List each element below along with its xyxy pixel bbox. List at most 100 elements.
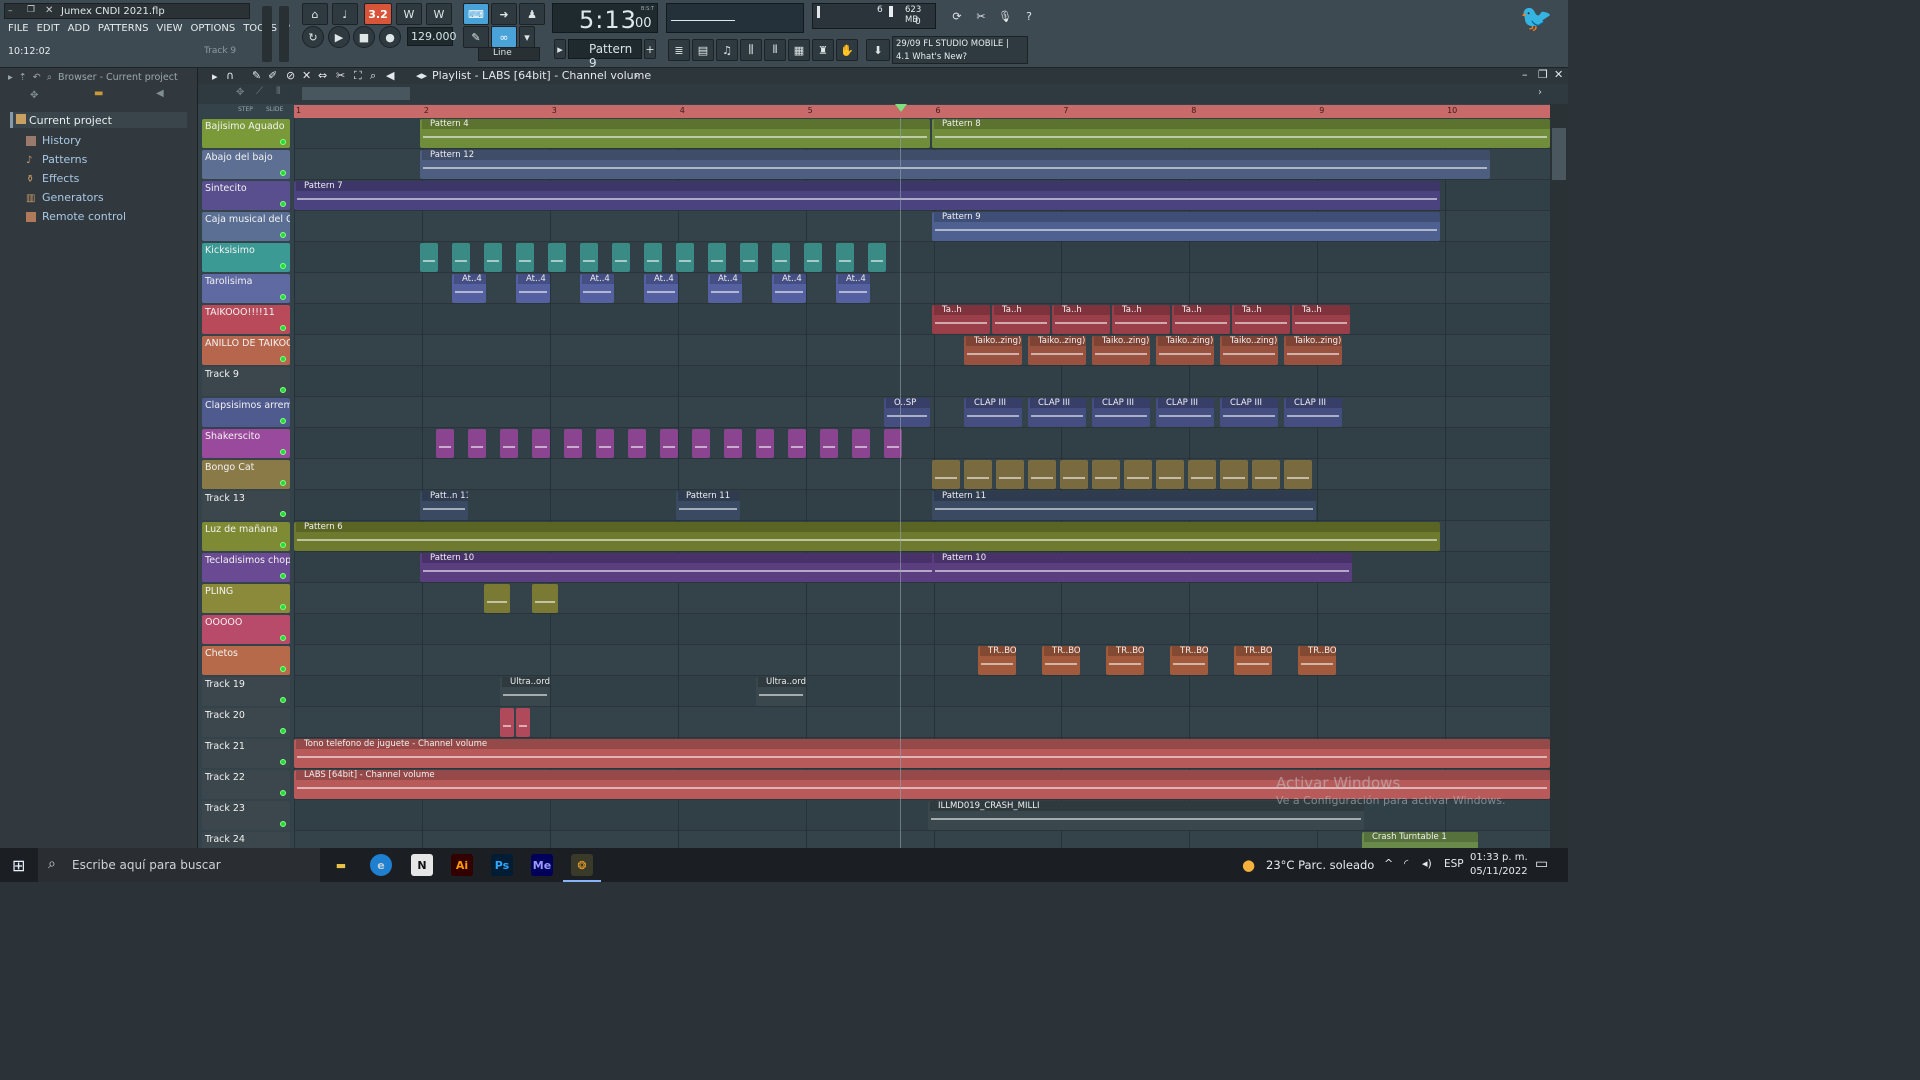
playlist-clip[interactable]: At..4: [644, 274, 678, 303]
media-encoder-icon[interactable]: Me: [531, 854, 553, 876]
track-header[interactable]: Track 21: [202, 739, 290, 768]
track-enable-led[interactable]: [280, 449, 286, 455]
track-enable-led[interactable]: [280, 356, 286, 362]
windows-start-icon[interactable]: ⊞: [12, 856, 25, 875]
playhead-marker-icon[interactable]: [895, 104, 907, 112]
playlist-clip[interactable]: [868, 243, 886, 272]
playlist-clip[interactable]: [740, 243, 758, 272]
loop-record-button[interactable]: W: [426, 3, 452, 25]
clock-date[interactable]: 05/11/2022: [1470, 866, 1528, 877]
track-header[interactable]: PLING: [202, 584, 290, 613]
play-button[interactable]: ▶: [328, 26, 350, 48]
menu-view[interactable]: VIEW: [157, 23, 183, 34]
pattern-prev-icon[interactable]: ▸: [554, 39, 566, 59]
draw-tool-icon[interactable]: ✎: [252, 69, 261, 82]
playlist-clip[interactable]: TR..BO: [1298, 646, 1336, 675]
track-lane[interactable]: CLAP III CLAP III CLAP III CLAP III CLAP III…: [294, 397, 1550, 428]
browser-item-generators[interactable]: ▥ Generators: [0, 188, 197, 207]
track-header[interactable]: ANILLO DE TAIKOO!!1: [202, 336, 290, 365]
zoom-tool-icon[interactable]: ⌕: [370, 69, 376, 83]
playlist-clip[interactable]: [468, 429, 486, 458]
track-lane[interactable]: At..4 At..4 At..4 At..4 At..4 At..4 At..4: [294, 273, 1550, 304]
track-header[interactable]: Bajisimo Aguado: [202, 119, 290, 148]
tempo-display[interactable]: 129.000: [407, 27, 457, 46]
pencil-icon[interactable]: ✎: [463, 26, 489, 48]
playlist-clip[interactable]: At..4: [772, 274, 806, 303]
playlist-clip[interactable]: TR..BO: [1234, 646, 1272, 675]
slice-tool-icon[interactable]: ✂: [336, 69, 345, 82]
playlist-clip[interactable]: Ta..h: [992, 305, 1050, 334]
track-enable-led[interactable]: [280, 821, 286, 827]
track-header[interactable]: Tarolisima: [202, 274, 290, 303]
playlist-clip[interactable]: Ta..h: [1232, 305, 1290, 334]
track-header[interactable]: Track 20: [202, 708, 290, 737]
rec-indicator[interactable]: 3.2: [364, 3, 392, 25]
playlist-clip[interactable]: [788, 429, 806, 458]
fl-studio-taskbar-icon[interactable]: ❂: [571, 854, 593, 876]
timeline-ruler[interactable]: 1 2 3 4 5 6 7 8 9 10: [294, 105, 1550, 118]
download-icon[interactable]: ⬇: [866, 39, 890, 61]
playlist-clip[interactable]: CLAP III: [1028, 398, 1086, 427]
track-lane[interactable]: Pattern 7: [294, 180, 1550, 211]
playlist-clip[interactable]: CLAP III: [1284, 398, 1342, 427]
playlist-clip[interactable]: Pattern 4: [420, 119, 930, 148]
volume-icon[interactable]: ◂): [1422, 857, 1432, 870]
blend-notes-button[interactable]: ♟: [519, 3, 545, 25]
track-lane[interactable]: [294, 428, 1550, 459]
select-tool-icon[interactable]: ⛶: [354, 69, 362, 83]
add-pattern-icon[interactable]: +: [644, 39, 656, 59]
track-lane[interactable]: Pattern 10 Pattern 10: [294, 552, 1550, 583]
track-header[interactable]: Kicksisimo: [202, 243, 290, 272]
playlist-clip[interactable]: [1028, 460, 1056, 489]
playlist-clip[interactable]: [1156, 460, 1184, 489]
playlist-clip[interactable]: Pattern 11: [932, 491, 1316, 520]
minimize-icon[interactable]: –: [8, 6, 13, 16]
playlist-clip[interactable]: [628, 429, 646, 458]
playlist-clip[interactable]: [676, 243, 694, 272]
playlist-clip[interactable]: [692, 429, 710, 458]
browser-folder-icon[interactable]: ▬: [94, 88, 103, 99]
title-chevron-icon[interactable]: ›: [634, 69, 638, 82]
playlist-clip[interactable]: TR..BO: [1106, 646, 1144, 675]
playlist-clip[interactable]: At..4: [708, 274, 742, 303]
notifications-icon[interactable]: ▭: [1535, 856, 1548, 872]
playlist-clip[interactable]: At..4: [580, 274, 614, 303]
track-enable-led[interactable]: [280, 511, 286, 517]
playlist-clip[interactable]: Pattern 8: [932, 119, 1550, 148]
track-enable-led[interactable]: [280, 697, 286, 703]
channel-rack-icon[interactable]: ▤: [692, 39, 714, 61]
menu-options[interactable]: OPTIONS: [191, 23, 236, 34]
track-enable-led[interactable]: [280, 170, 286, 176]
playlist-clip[interactable]: Ta..h: [1172, 305, 1230, 334]
track-lane[interactable]: [294, 366, 1550, 397]
menu-edit[interactable]: EDIT: [37, 23, 60, 34]
playlist-clip[interactable]: At..4: [516, 274, 550, 303]
playlist-clip[interactable]: Pattern 10: [420, 553, 940, 582]
track-lane[interactable]: Taiko..zing) Taiko..zing) Taiko..zing) Taik…: [294, 335, 1550, 366]
browser-item-remote[interactable]: Remote control: [0, 207, 197, 226]
playlist-clip[interactable]: [756, 429, 774, 458]
playlist-clip[interactable]: CLAP III: [964, 398, 1022, 427]
playlist-clip[interactable]: [772, 243, 790, 272]
plugin-icon[interactable]: ♜: [812, 39, 834, 61]
playlist-clip[interactable]: [420, 243, 438, 272]
file-explorer-icon[interactable]: ▬: [330, 854, 352, 876]
track-lane[interactable]: Pattern 9: [294, 211, 1550, 242]
playlist-clip[interactable]: [1124, 460, 1152, 489]
track-enable-led[interactable]: [280, 790, 286, 796]
browser-up-icon[interactable]: ⇡: [19, 72, 27, 83]
playlist-clip[interactable]: Tono telefono de juguete - Channel volum…: [294, 739, 1550, 768]
news-panel[interactable]: 29/09 FL STUDIO MOBILE | 4.1 What's New?: [892, 36, 1028, 64]
playlist-clip[interactable]: Pattern 6: [294, 522, 1440, 551]
playlist-clip[interactable]: Ta..h: [1052, 305, 1110, 334]
playlist-clip[interactable]: Taiko..zing): [1092, 336, 1150, 365]
playlist-clip[interactable]: Ta..h: [932, 305, 990, 334]
close-icon[interactable]: ✕: [45, 5, 53, 16]
browser-collapse-icon[interactable]: ✥: [30, 90, 38, 101]
playlist-clip[interactable]: Taiko..zing): [1220, 336, 1278, 365]
browser-icon[interactable]: ▦: [788, 39, 810, 61]
playlist-clip[interactable]: [452, 243, 470, 272]
browser-arrow-icon[interactable]: ▸: [8, 72, 13, 83]
playlist-clip[interactable]: CLAP III: [1156, 398, 1214, 427]
chevron-down-icon[interactable]: ▾: [519, 26, 535, 48]
